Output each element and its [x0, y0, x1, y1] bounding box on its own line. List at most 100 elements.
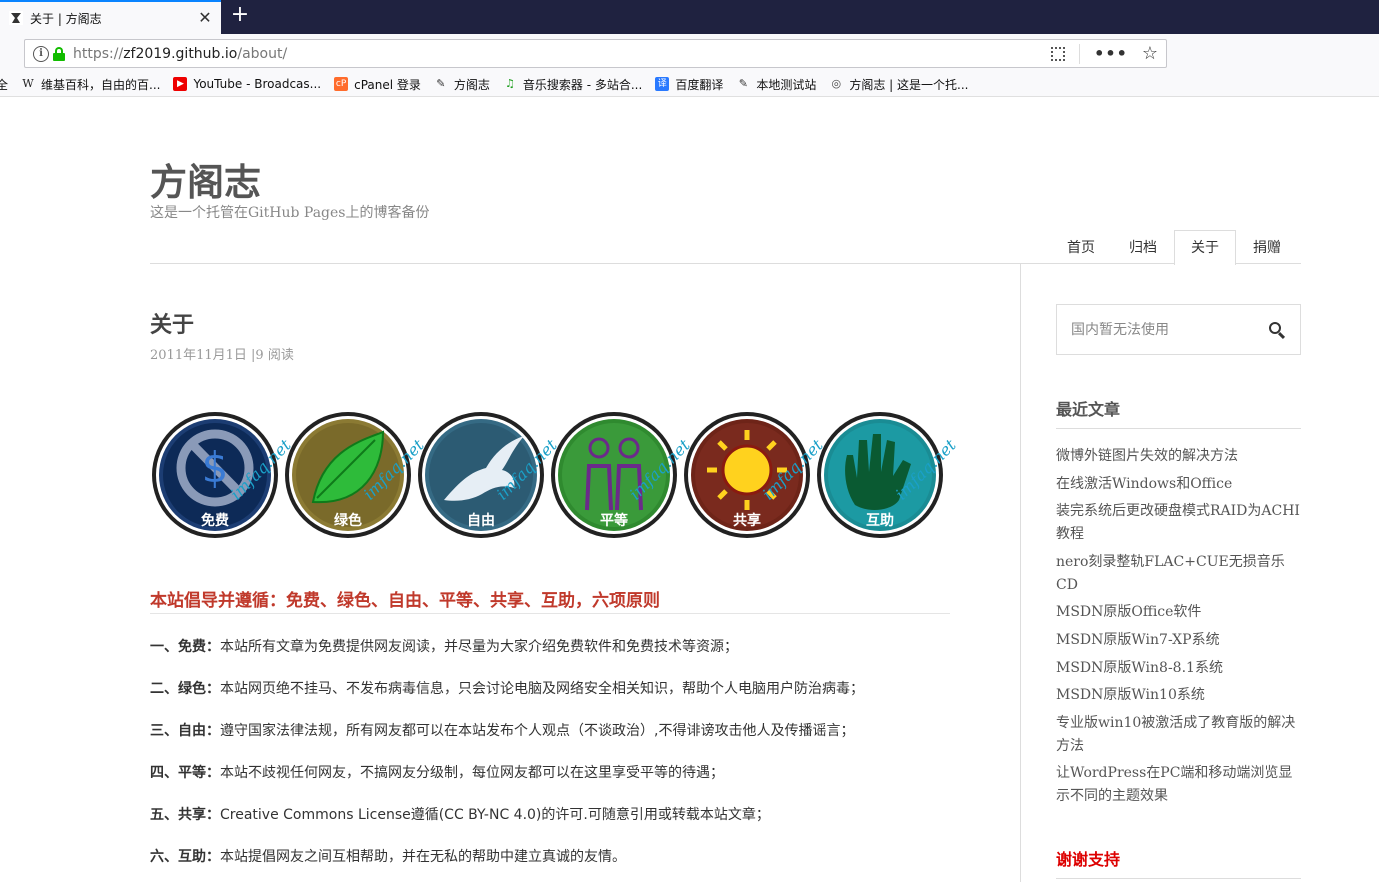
site-icon: ✎ — [738, 77, 748, 90]
site-title[interactable]: 方阁志 — [150, 152, 261, 206]
bookmark-label: YouTube - Broadcas... — [193, 77, 322, 91]
bookmark-item[interactable]: ✎ 本地测试站 — [736, 76, 817, 93]
badge-label: 互助 — [866, 512, 894, 529]
bookmark-item[interactable]: ♫ 音乐搜索器 - 多站合... — [503, 76, 642, 93]
recent-post-link[interactable]: MSDN原版Win8-8.1系统 — [1056, 657, 1301, 680]
recent-post-link[interactable]: 微博外链图片失效的解决方法 — [1056, 445, 1301, 468]
badge-label: 共享 — [733, 512, 761, 529]
entry-title: 关于 — [150, 313, 195, 338]
recent-post-link[interactable]: MSDN原版Win10系统 — [1056, 684, 1301, 707]
bookmark-label: 百度翻译 — [675, 77, 724, 92]
recent-post-link[interactable]: 让WordPress在PC端和移动端浏览显示不同的主题效果 — [1056, 762, 1301, 808]
bookmark-item[interactable]: ◎ 方阁志 | 这是一个托... — [829, 76, 969, 93]
bookmark-star-icon[interactable]: ☆ — [1142, 43, 1158, 64]
principle-label: 一、免费： — [150, 639, 220, 655]
bookmark-label: 本地测试站 — [756, 77, 817, 92]
badge-label: 自由 — [467, 512, 495, 529]
bookmark-item[interactable]: 译百度翻译 — [655, 76, 723, 93]
site-favicon-icon — [9, 11, 23, 25]
bookmark-item[interactable]: ✎ 方阁志 — [434, 76, 490, 93]
recent-posts-list: 微博外链图片失效的解决方法 在线激活Windows和Office 装完系统后更改硬盘… — [1056, 445, 1301, 813]
thanks-title: 谢谢支持 — [1056, 850, 1121, 869]
more-dots-icon[interactable]: ••• — [1094, 44, 1128, 63]
svg-text:$: $ — [202, 443, 229, 492]
globe-icon: ◎ — [831, 77, 842, 90]
tab-strip: 关于 | 方阁志 ✕ + — [0, 0, 1379, 34]
principle-item: 六、互助：本站提倡网友之间互相帮助，并在无私的帮助中建立真诚的友情。 — [150, 846, 626, 866]
recent-posts-title: 最近文章 — [1056, 400, 1121, 419]
header-divider — [150, 263, 1301, 264]
thanks-divider — [1056, 878, 1301, 879]
main-navigation: 首页 归档 关于 捐赠 — [1050, 230, 1298, 265]
principle-text: 本站网页绝不挂马、不发布病毒信息，只会讨论电脑及网络安全相关知识，帮助个人电脑用… — [220, 681, 864, 697]
new-tab-icon[interactable]: + — [228, 4, 252, 28]
url-path: /about/ — [237, 45, 288, 62]
tab-title: 关于 | 方阁志 — [30, 11, 102, 26]
site-icon: ✎ — [436, 77, 446, 90]
bookmark-label: 全 — [0, 76, 8, 93]
site-description: 这是一个托管在GitHub Pages上的博客备份 — [150, 205, 430, 221]
nav-item[interactable]: 归档 — [1112, 230, 1174, 264]
nav-item[interactable]: 捐赠 — [1236, 230, 1298, 264]
principle-text: 遵守国家法律法规，所有网友都可以在本站发布个人观点（不谈政治）,不得诽谤攻击他人… — [220, 723, 855, 739]
recent-post-link[interactable]: MSDN原版Office软件 — [1056, 601, 1301, 624]
active-tab[interactable]: 关于 | 方阁志 ✕ — [0, 0, 221, 34]
cpanel-icon: cP — [334, 77, 349, 91]
bookmark-label: 维基百科，自由的百... — [41, 77, 161, 92]
nav-item[interactable]: 首页 — [1050, 230, 1112, 264]
principle-text: 本站所有文章为免费提供网友阅读，并尽量为大家介绍免费软件和免费技术等资源； — [220, 639, 738, 655]
url-text[interactable]: https://zf2019.github.io/about/ — [73, 46, 1051, 62]
nav-item[interactable]: 关于 — [1174, 230, 1236, 265]
principle-item: 五、共享：Creative Commons License遵循(CC BY-NC… — [150, 804, 770, 824]
bookmark-item[interactable]: cP cPanel 登录 — [334, 76, 421, 93]
url-scheme: https:// — [73, 45, 124, 62]
recent-post-link[interactable]: 装完系统后更改硬盘模式RAID为ACHI教程 — [1056, 500, 1301, 546]
wikipedia-icon: W — [22, 77, 34, 90]
bookmark-item[interactable]: W 维基百科，自由的百... — [21, 76, 160, 93]
search-form — [1056, 304, 1301, 355]
principle-label: 五、共享： — [150, 807, 220, 823]
music-icon: ♫ — [504, 77, 515, 90]
bookmark-item[interactable]: 全 — [0, 76, 8, 93]
recent-post-link[interactable]: nero刻录整轨FLAC+CUE无损音乐CD — [1056, 551, 1301, 597]
principle-label: 二、绿色： — [150, 681, 220, 697]
navigation-toolbar: i https://zf2019.github.io/about/ ••• ☆ — [0, 34, 1379, 72]
principle-item: 一、免费：本站所有文章为免费提供网友阅读，并尽量为大家介绍免费软件和免费技术等资… — [150, 636, 738, 656]
recent-post-link[interactable]: MSDN原版Win7-XP系统 — [1056, 629, 1301, 652]
url-host: zf2019.github.io — [123, 45, 238, 62]
recent-posts-divider — [1056, 428, 1301, 429]
principles-divider — [150, 613, 950, 614]
principle-text: Creative Commons License遵循(CC BY-NC 4.0)… — [220, 807, 770, 823]
info-icon[interactable]: i — [33, 45, 49, 62]
principle-text: 本站不歧视任何网友，不搞网友分级制，每位网友都可以在这里享受平等的待遇； — [220, 765, 724, 781]
principle-item: 二、绿色：本站网页绝不挂马、不发布病毒信息，只会讨论电脑及网络安全相关知识，帮助… — [150, 678, 864, 698]
bookmark-label: 方阁志 — [453, 77, 490, 92]
principles-banner: $ 免费 imfaq.net 绿色 imfaq.net 自由 imfaq.net 平等 imfa… — [150, 405, 960, 545]
youtube-icon: ▶ — [173, 77, 188, 91]
principles-heading: 本站倡导并遵循：免费、绿色、自由、平等、共享、互助，六项原则 — [150, 591, 660, 611]
recent-post-link[interactable]: 在线激活Windows和Office — [1056, 473, 1301, 496]
principle-label: 四、平等： — [150, 765, 220, 781]
bookmark-item[interactable]: ▶ YouTube - Broadcas... — [173, 77, 321, 91]
url-actions: ••• ☆ — [1051, 43, 1158, 64]
bookmark-label: cPanel 登录 — [354, 77, 421, 92]
sidebar-divider — [1020, 264, 1021, 882]
qr-code-icon[interactable] — [1051, 46, 1066, 61]
principle-label: 六、互助： — [150, 849, 220, 865]
principle-label: 三、自由： — [150, 723, 220, 739]
address-bar[interactable]: i https://zf2019.github.io/about/ ••• ☆ — [24, 39, 1167, 68]
search-icon[interactable] — [1268, 321, 1286, 339]
badge-label: 绿色 — [334, 512, 362, 529]
search-input[interactable] — [1071, 321, 1268, 338]
entry-meta: 2011年11月1日 |9 阅读 — [150, 348, 294, 363]
principle-text: 本站提倡网友之间互相帮助，并在无私的帮助中建立真诚的友情。 — [220, 849, 626, 865]
bookmark-label: 音乐搜索器 - 多站合... — [522, 77, 643, 92]
bookmarks-toolbar: 全W维基百科，自由的百...▶YouTube - Broadcas...cPcP… — [0, 72, 1379, 97]
recent-post-link[interactable]: 专业版win10被激活成了教育版的解决方法 — [1056, 712, 1301, 758]
url-divider — [1079, 43, 1081, 64]
principle-item: 三、自由：遵守国家法律法规，所有网友都可以在本站发布个人观点（不谈政治）,不得诽… — [150, 720, 854, 740]
principle-item: 四、平等：本站不歧视任何网友，不搞网友分级制，每位网友都可以在这里享受平等的待遇… — [150, 762, 724, 782]
lock-icon[interactable] — [53, 46, 65, 61]
badge-label: 平等 — [600, 512, 628, 529]
close-tab-icon[interactable]: ✕ — [197, 10, 213, 26]
